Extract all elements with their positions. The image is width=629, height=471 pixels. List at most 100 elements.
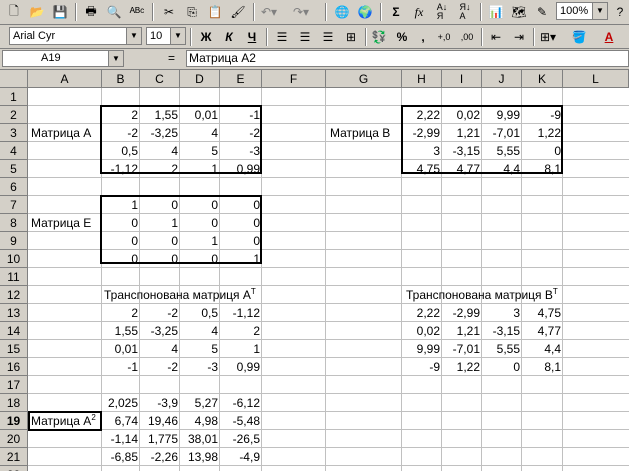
- transposed-a-cell[interactable]: 0,99: [220, 358, 262, 376]
- matrix-a-cell[interactable]: 4: [180, 124, 220, 142]
- row-header-14[interactable]: 14: [0, 322, 28, 340]
- merge-center-icon[interactable]: ⊞: [340, 27, 362, 47]
- column-header-i[interactable]: I: [442, 70, 482, 88]
- matrix-a2-cell[interactable]: -4,9: [220, 448, 262, 466]
- row-header-12[interactable]: 12: [0, 286, 28, 304]
- matrix-e-cell[interactable]: 1: [140, 214, 180, 232]
- transposed-b-cell[interactable]: -3,15: [482, 322, 522, 340]
- column-header-k[interactable]: K: [522, 70, 563, 88]
- matrix-e-cell[interactable]: 0: [140, 196, 180, 214]
- matrix-e-cell[interactable]: 0: [180, 196, 220, 214]
- transposed-a-cell[interactable]: 4: [140, 340, 180, 358]
- matrix-e-cell[interactable]: 0: [220, 196, 262, 214]
- transposed-a-cell[interactable]: -2: [140, 304, 180, 322]
- percent-button[interactable]: %: [391, 27, 413, 47]
- matrix-e-cell[interactable]: 0: [140, 232, 180, 250]
- column-header-c[interactable]: C: [140, 70, 180, 88]
- transposed-b-cell[interactable]: 0: [482, 358, 522, 376]
- matrix-a2-cell[interactable]: 2,025: [102, 394, 140, 412]
- row-header-22[interactable]: 22: [0, 466, 28, 471]
- matrix-a-cell[interactable]: 1: [180, 160, 220, 178]
- undo-icon[interactable]: ↶▾: [258, 2, 280, 22]
- row-header-19[interactable]: 19: [0, 412, 28, 430]
- transposed-a-cell[interactable]: 1: [220, 340, 262, 358]
- open-icon[interactable]: 📂: [26, 2, 48, 22]
- italic-button[interactable]: К: [218, 27, 240, 47]
- font-color-button[interactable]: A: [598, 27, 620, 47]
- column-header-f[interactable]: F: [262, 70, 326, 88]
- chevron-down-icon[interactable]: ▼: [126, 28, 141, 44]
- print-icon[interactable]: 🖶: [80, 2, 102, 22]
- matrix-b-cell[interactable]: 1,22: [522, 124, 563, 142]
- new-icon[interactable]: 🗋: [3, 2, 25, 22]
- matrix-a-cell[interactable]: -2: [220, 124, 262, 142]
- row-header-18[interactable]: 18: [0, 394, 28, 412]
- comma-button[interactable]: ,: [412, 27, 434, 47]
- matrix-a-cell[interactable]: 1,55: [140, 106, 180, 124]
- matrix-a2-cell[interactable]: 19,46: [140, 412, 180, 430]
- transposed-a-cell[interactable]: -2: [140, 358, 180, 376]
- decrease-decimal-button[interactable]: ,00: [456, 27, 478, 47]
- transposed-b-cell[interactable]: 4,75: [522, 304, 563, 322]
- column-header-e[interactable]: E: [220, 70, 262, 88]
- redo-icon[interactable]: ↷▾: [290, 2, 312, 22]
- matrix-e-cell[interactable]: 0: [140, 250, 180, 268]
- matrix-a2-cell[interactable]: -6,12: [220, 394, 262, 412]
- matrix-a2-cell[interactable]: -6,85: [102, 448, 140, 466]
- chevron-down-icon[interactable]: ▼: [108, 51, 123, 66]
- transposed-a-cell[interactable]: -1: [102, 358, 140, 376]
- matrix-a2-cell[interactable]: -26,5: [220, 430, 262, 448]
- matrix-a-cell[interactable]: 0,99: [220, 160, 262, 178]
- matrix-e-cell[interactable]: 0: [180, 250, 220, 268]
- matrix-a2-cell[interactable]: 4,98: [180, 412, 220, 430]
- drawing-icon[interactable]: ✎: [531, 2, 553, 22]
- function-icon[interactable]: fx: [408, 2, 430, 22]
- currency-icon[interactable]: 💱: [368, 27, 390, 47]
- row-header-5[interactable]: 5: [0, 160, 28, 178]
- matrix-a2-cell[interactable]: 6,74: [102, 412, 140, 430]
- font-size-select[interactable]: 10 ▼: [146, 27, 186, 45]
- bold-button[interactable]: Ж: [195, 27, 217, 47]
- matrix-e-cell[interactable]: 1: [102, 196, 140, 214]
- matrix-a-cell[interactable]: -1: [220, 106, 262, 124]
- transposed-a-cell[interactable]: 5: [180, 340, 220, 358]
- underline-button[interactable]: Ч: [241, 27, 263, 47]
- matrix-a2-cell[interactable]: -2,26: [140, 448, 180, 466]
- zoom-select[interactable]: 100% ▼: [556, 2, 608, 20]
- transposed-a-cell[interactable]: -3: [180, 358, 220, 376]
- matrix-a-cell[interactable]: -3: [220, 142, 262, 160]
- transposed-b-cell[interactable]: 4,77: [522, 322, 563, 340]
- matrix-a2-cell[interactable]: 1,775: [140, 430, 180, 448]
- chevron-down-icon[interactable]: ▼: [592, 3, 607, 19]
- matrix-e-cell[interactable]: 0: [102, 232, 140, 250]
- matrix-e-cell[interactable]: 0: [220, 214, 262, 232]
- matrix-b-cell[interactable]: -7,01: [482, 124, 522, 142]
- transposed-b-cell[interactable]: 1,22: [442, 358, 482, 376]
- matrix-b-cell[interactable]: -2,99: [402, 124, 442, 142]
- row-header-16[interactable]: 16: [0, 358, 28, 376]
- fill-color-icon[interactable]: 🪣: [568, 27, 590, 47]
- matrix-e-cell[interactable]: 1: [220, 250, 262, 268]
- row-header-3[interactable]: 3: [0, 124, 28, 142]
- increase-decimal-button[interactable]: +,0: [433, 27, 455, 47]
- matrix-e-cell[interactable]: 0: [220, 232, 262, 250]
- help-icon[interactable]: ?: [609, 2, 629, 22]
- row-header-13[interactable]: 13: [0, 304, 28, 322]
- transposed-b-cell[interactable]: 3: [482, 304, 522, 322]
- row-header-4[interactable]: 4: [0, 142, 28, 160]
- paste-icon[interactable]: 📋: [204, 2, 226, 22]
- print-preview-icon[interactable]: 🔍: [103, 2, 125, 22]
- row-header-8[interactable]: 8: [0, 214, 28, 232]
- transposed-b-cell[interactable]: 5,55: [482, 340, 522, 358]
- matrix-b-cell[interactable]: 4,75: [402, 160, 442, 178]
- column-header-a[interactable]: A: [28, 70, 102, 88]
- select-all-corner[interactable]: [0, 70, 28, 88]
- matrix-a-cell[interactable]: -3,25: [140, 124, 180, 142]
- matrix-a-cell[interactable]: -2: [102, 124, 140, 142]
- row-header-7[interactable]: 7: [0, 196, 28, 214]
- matrix-b-cell[interactable]: 4,77: [442, 160, 482, 178]
- matrix-b-cell[interactable]: 0: [522, 142, 563, 160]
- chart-wizard-icon[interactable]: 📊: [485, 2, 507, 22]
- matrix-b-cell[interactable]: 3: [402, 142, 442, 160]
- transposed-b-cell[interactable]: -7,01: [442, 340, 482, 358]
